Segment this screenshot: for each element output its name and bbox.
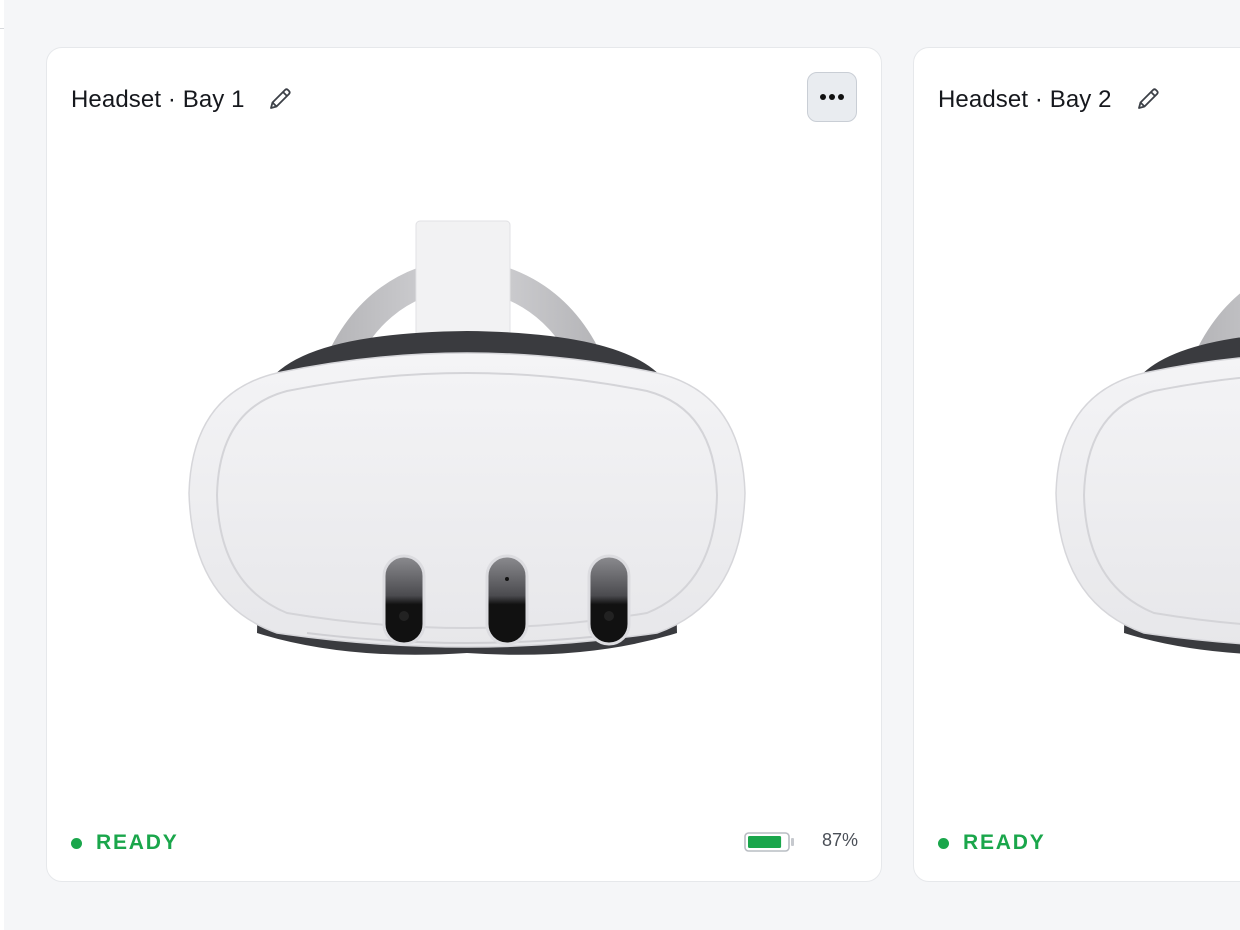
status-indicator: READY	[938, 831, 1046, 855]
headset-image	[1055, 293, 1240, 654]
battery-icon	[744, 832, 794, 852]
device-card-bay-2[interactable]: Headset · Bay 2 READY	[913, 47, 1240, 882]
more-options-button[interactable]	[807, 72, 857, 122]
card-title: Headset · Bay 1	[71, 86, 245, 113]
pencil-icon	[1138, 88, 1159, 109]
status-indicator: READY	[71, 831, 179, 855]
edit-name-button[interactable]	[1133, 84, 1163, 114]
more-horizontal-icon	[820, 94, 844, 100]
divider	[0, 28, 4, 29]
edit-name-button[interactable]	[265, 84, 295, 114]
card-title: Headset · Bay 2	[938, 86, 1112, 113]
status-label: READY	[963, 831, 1046, 854]
left-edge	[0, 0, 4, 930]
device-card-bay-1[interactable]: Headset · Bay 1 READY 87%	[46, 47, 882, 882]
pencil-icon	[270, 88, 291, 109]
battery-fill	[748, 836, 782, 848]
headset-image	[188, 220, 746, 655]
status-dot-icon	[71, 837, 82, 849]
battery-percentage: 87%	[822, 830, 859, 850]
status-label: READY	[96, 831, 179, 854]
page: Headset · Bay 1 READY 87% Headset · Bay …	[0, 0, 1240, 930]
status-dot-icon	[938, 837, 949, 849]
